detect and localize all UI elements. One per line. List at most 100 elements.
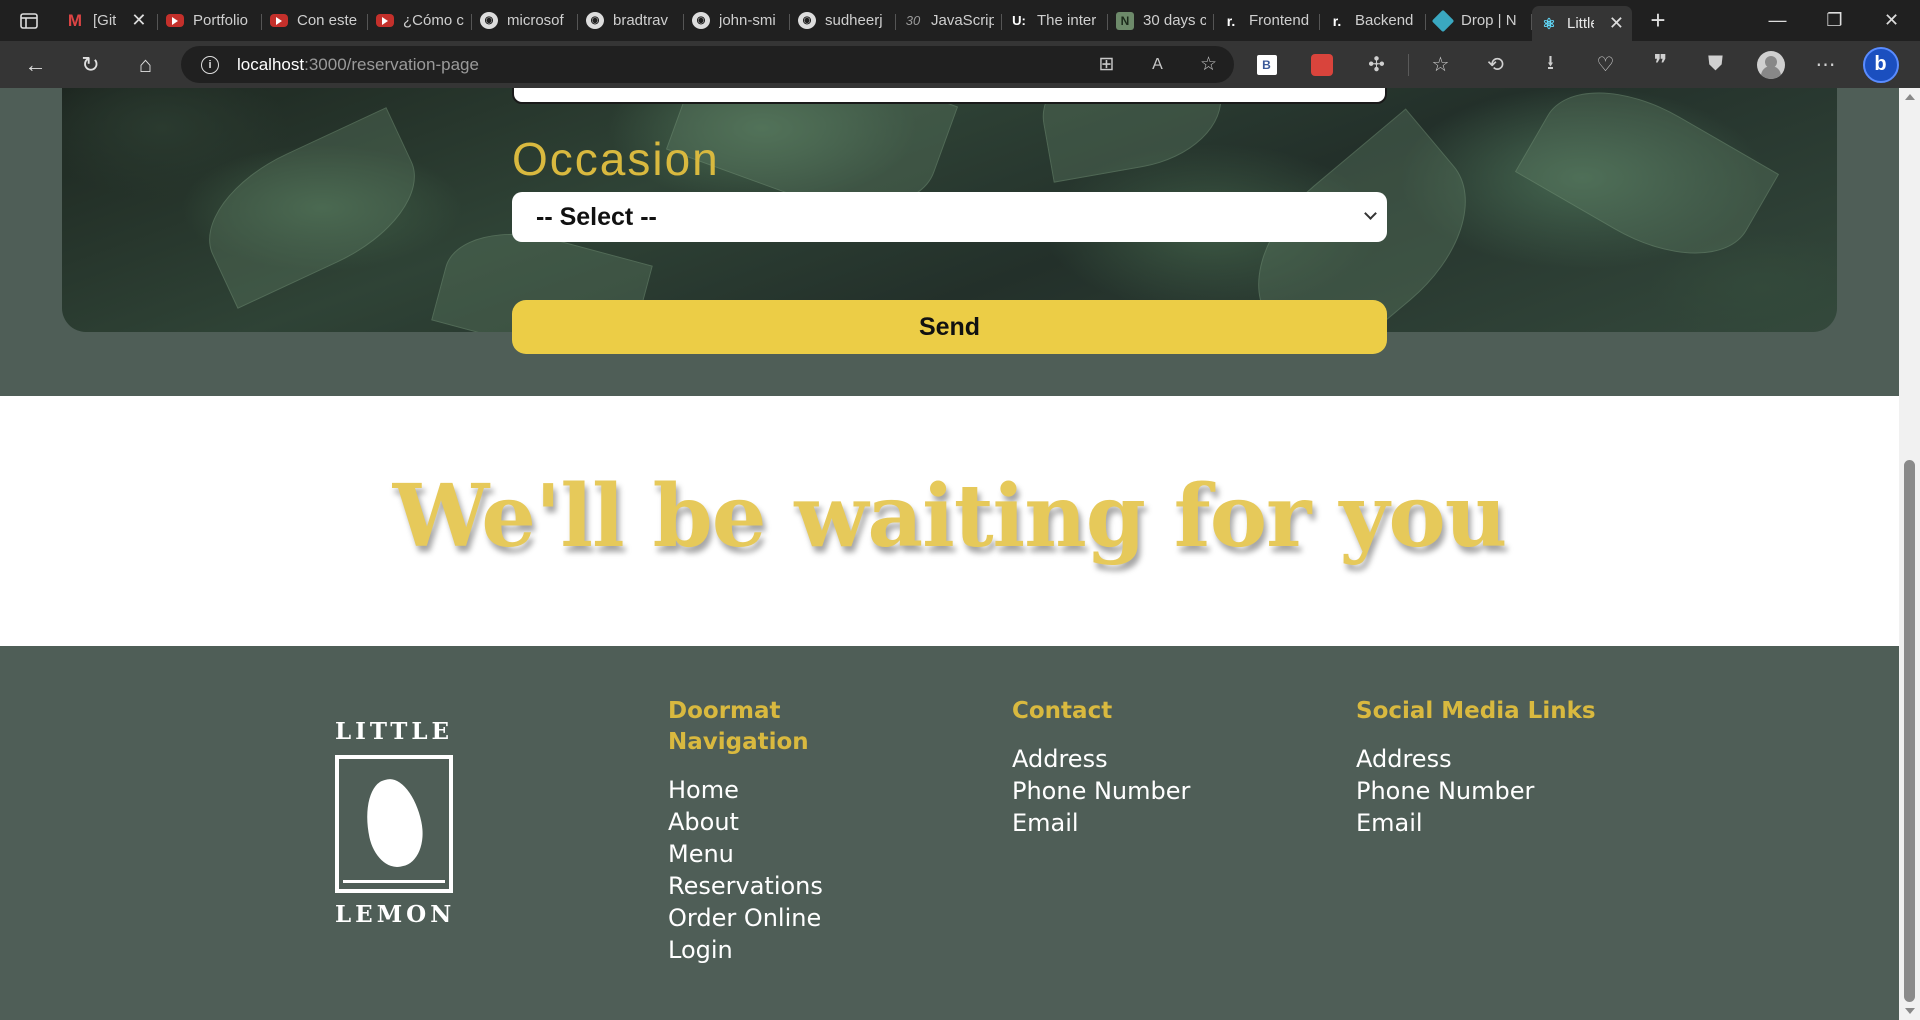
browser-tab[interactable]: 30 JavaScrip bbox=[896, 6, 1002, 36]
contact-title: Contact bbox=[1012, 698, 1113, 724]
refresh-icon[interactable]: ↻ bbox=[63, 41, 118, 88]
github-icon: ◉ bbox=[798, 12, 816, 29]
youtube-icon bbox=[376, 14, 394, 27]
occasion-selected-value: -- Select -- bbox=[536, 202, 657, 231]
extension-red-icon[interactable] bbox=[1294, 41, 1349, 88]
logo-text-top: LITTLE bbox=[335, 718, 454, 745]
roadmap-icon: r. bbox=[1332, 12, 1342, 29]
browser-tab[interactable]: U: The inter bbox=[1002, 6, 1108, 36]
contact-column: Contact Address Phone Number Email bbox=[1012, 696, 1312, 839]
app-available-icon[interactable]: ⊞ bbox=[1081, 53, 1132, 76]
scrollbar-thumb[interactable] bbox=[1904, 460, 1915, 1002]
tab-list: M [Git ✕ Portfolio Con este ¿Cómo c ◉ micro… bbox=[58, 0, 1632, 41]
react-icon: ⚛ bbox=[1542, 15, 1556, 33]
github-icon: ◉ bbox=[586, 12, 604, 29]
reservation-page: Occasion -- Select -- Send We'll be wait… bbox=[0, 88, 1899, 1020]
drop-icon bbox=[1431, 9, 1455, 32]
footer-link-about[interactable]: About bbox=[668, 806, 848, 838]
little-lemon-logo[interactable]: LITTLE LEMON bbox=[335, 718, 453, 928]
browser-tab[interactable]: ◉ microsof bbox=[472, 6, 578, 36]
browser-tab[interactable]: ◉ bradtrav bbox=[578, 6, 684, 36]
history-icon[interactable]: ⟲ bbox=[1468, 41, 1523, 88]
scroll-up-arrow-icon[interactable] bbox=[1905, 94, 1915, 100]
footer-link-order-online[interactable]: Order Online bbox=[668, 902, 848, 934]
page-scrollbar[interactable] bbox=[1899, 88, 1920, 1020]
browser-tab[interactable]: Drop | N bbox=[1426, 6, 1532, 36]
page-viewport: Occasion -- Select -- Send We'll be wait… bbox=[0, 88, 1920, 1020]
browser-tab[interactable]: ¿Cómo c bbox=[368, 6, 472, 36]
browser-tab[interactable]: Portfolio bbox=[158, 6, 262, 36]
send-button[interactable]: Send bbox=[512, 300, 1387, 354]
browser-essentials-icon[interactable]: ⛊ bbox=[1688, 41, 1743, 88]
reservation-form-section: Occasion -- Select -- Send bbox=[0, 88, 1899, 396]
downloads-icon[interactable]: ⭳ bbox=[1523, 41, 1578, 88]
social-link-phone[interactable]: Phone Number bbox=[1356, 775, 1676, 807]
url-text[interactable]: localhost:3000/reservation-page bbox=[237, 55, 479, 75]
quote-icon[interactable]: ❞ bbox=[1633, 41, 1688, 88]
waiting-section: We'll be waiting for you bbox=[0, 396, 1899, 646]
restore-icon[interactable]: ❐ bbox=[1806, 0, 1863, 41]
footer-link-menu[interactable]: Menu bbox=[668, 838, 848, 870]
github-icon: ◉ bbox=[480, 12, 498, 29]
browser-tab[interactable]: r. Backend bbox=[1320, 6, 1426, 36]
toolbar-divider bbox=[1408, 53, 1409, 76]
contact-link-email[interactable]: Email bbox=[1012, 807, 1312, 839]
browser-tab-bar: M [Git ✕ Portfolio Con este ¿Cómo c ◉ micro… bbox=[0, 0, 1920, 41]
social-link-email[interactable]: Email bbox=[1356, 807, 1676, 839]
more-menu-icon[interactable]: ⋯ bbox=[1798, 41, 1853, 88]
extension-bar: B ✣ ☆ ⟲ ⭳ ♡ ❞ ⛊ ⋯ b bbox=[1239, 41, 1908, 88]
favorite-star-icon[interactable]: ☆ bbox=[1183, 53, 1234, 76]
profile-avatar[interactable] bbox=[1743, 41, 1798, 88]
thirty-icon: 30 bbox=[905, 13, 921, 28]
github-icon: ◉ bbox=[692, 12, 710, 29]
footer-link-home[interactable]: Home bbox=[668, 774, 848, 806]
browser-tab[interactable]: N 30 days c bbox=[1108, 6, 1214, 36]
udemy-icon: U: bbox=[1012, 13, 1026, 28]
browser-tab-active[interactable]: ⚛Little✕ bbox=[1532, 6, 1632, 41]
close-icon[interactable]: ✕ bbox=[1609, 13, 1624, 34]
logo-text-bottom: LEMON bbox=[335, 901, 456, 928]
browser-tab[interactable]: M [Git ✕ bbox=[58, 6, 158, 36]
footer-link-reservations[interactable]: Reservations bbox=[668, 870, 848, 902]
favorites-icon[interactable]: ☆ bbox=[1413, 41, 1468, 88]
leaf-shape bbox=[186, 107, 438, 309]
contact-link-phone[interactable]: Phone Number bbox=[1012, 775, 1312, 807]
youtube-icon bbox=[270, 14, 288, 27]
tab-actions-icon[interactable] bbox=[0, 0, 58, 41]
address-bar[interactable]: i localhost:3000/reservation-page ⊞ A ☆ bbox=[181, 46, 1234, 83]
roadmap-icon: r. bbox=[1226, 12, 1236, 29]
site-footer: LITTLE LEMON Doormat Navigation Home Abo… bbox=[0, 646, 1899, 1020]
social-media-title: Social Media Links bbox=[1356, 698, 1596, 724]
notion-icon: N bbox=[1116, 11, 1134, 30]
home-icon[interactable]: ⌂ bbox=[118, 41, 173, 88]
waiting-heading: We'll be waiting for you bbox=[392, 466, 1508, 567]
occasion-select[interactable]: -- Select -- bbox=[512, 192, 1387, 242]
form-input-field[interactable] bbox=[512, 88, 1387, 104]
social-link-address[interactable]: Address bbox=[1356, 743, 1676, 775]
browser-tab[interactable]: Con este bbox=[262, 6, 368, 36]
gmail-icon: M bbox=[67, 10, 83, 30]
doormat-navigation-column: Doormat Navigation Home About Menu Reser… bbox=[668, 696, 848, 966]
extensions-puzzle-icon[interactable]: ✣ bbox=[1349, 41, 1404, 88]
window-controls: — ❐ ✕ bbox=[1749, 0, 1920, 41]
read-aloud-icon[interactable]: A bbox=[1132, 56, 1183, 74]
back-arrow-icon[interactable]: ← bbox=[8, 41, 63, 88]
close-window-icon[interactable]: ✕ bbox=[1863, 0, 1920, 41]
scroll-down-arrow-icon[interactable] bbox=[1905, 1008, 1915, 1014]
info-icon[interactable]: i bbox=[201, 55, 219, 74]
leaf-shape bbox=[1514, 88, 1780, 287]
browser-tab[interactable]: ◉ sudheerj bbox=[790, 6, 896, 36]
lemon-icon bbox=[335, 755, 453, 893]
bing-copilot-icon[interactable]: b bbox=[1853, 41, 1908, 88]
occasion-label: Occasion bbox=[512, 133, 720, 185]
close-icon[interactable]: ✕ bbox=[131, 10, 146, 31]
minimize-icon[interactable]: — bbox=[1749, 0, 1806, 41]
contact-link-address[interactable]: Address bbox=[1012, 743, 1312, 775]
footer-link-login[interactable]: Login bbox=[668, 934, 848, 966]
social-media-column: Social Media Links Address Phone Number … bbox=[1356, 696, 1676, 839]
new-tab-button[interactable]: + bbox=[1638, 0, 1678, 41]
browser-tab[interactable]: ◉ john-smi bbox=[684, 6, 790, 36]
performance-icon[interactable]: ♡ bbox=[1578, 41, 1633, 88]
browser-tab[interactable]: r. Frontend bbox=[1214, 6, 1320, 36]
extension-b-icon[interactable]: B bbox=[1239, 41, 1294, 88]
